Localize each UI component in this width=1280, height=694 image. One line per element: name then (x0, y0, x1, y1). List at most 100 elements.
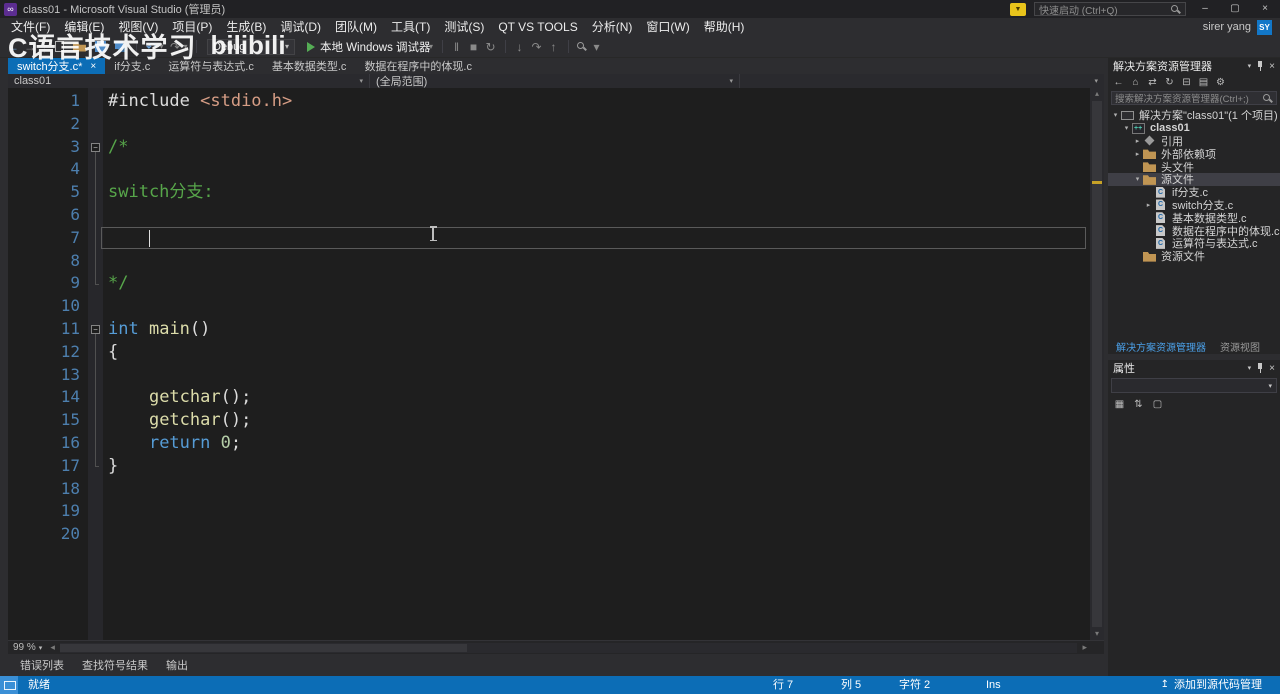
tab-switch分支.c*[interactable]: switch分支.c* × (8, 58, 106, 74)
vertical-scrollbar[interactable]: ▴ ▾ (1090, 88, 1104, 640)
collapsed-arrow-icon[interactable]: ▸ (1133, 150, 1142, 158)
tree-item[interactable]: 资源文件 (1108, 250, 1280, 263)
project-dropdown[interactable]: class01 ▾ (8, 74, 370, 88)
code-line[interactable]: 3 /* − (8, 136, 1090, 159)
scope-dropdown[interactable]: (全局范围) ▾ (370, 74, 740, 88)
redo-icon[interactable]: ↷ (168, 37, 182, 57)
quick-launch-input[interactable]: 快速启动 (Ctrl+Q) (1034, 2, 1186, 17)
tree-item[interactable]: 数据在程序中的体现.c (1108, 224, 1280, 237)
tab-数据在程序中的体现.c[interactable]: 数据在程序中的体现.c (355, 58, 481, 74)
tree-item[interactable]: ▾ class01 (1108, 122, 1280, 135)
find-icon[interactable] (576, 41, 587, 52)
collapse-all-icon[interactable]: ⊟ (1181, 77, 1192, 88)
panel-tab-错误列表[interactable]: 错误列表 (20, 657, 64, 673)
scrollbar-thumb[interactable] (1092, 101, 1102, 627)
menu-item[interactable]: QT VS TOOLS (491, 18, 584, 36)
solution-configuration-dropdown[interactable]: Debug ▾ (207, 38, 295, 55)
panel-tab-资源视图[interactable]: 资源视图 (1220, 339, 1260, 354)
scroll-down-arrow-icon[interactable]: ▾ (1090, 628, 1104, 640)
zoom-control[interactable]: 99 % ▾ (8, 642, 47, 653)
menu-item[interactable]: 生成(B) (219, 18, 273, 36)
menu-item[interactable]: 项目(P) (165, 18, 219, 36)
stop-icon[interactable]: ■ (467, 37, 481, 57)
tab-基本数据类型.c[interactable]: 基本数据类型.c (263, 58, 356, 74)
close-icon[interactable]: × (1269, 363, 1275, 374)
code-line[interactable]: 16 return 0; (8, 432, 1090, 455)
collapse-toggle-icon[interactable]: − (91, 142, 100, 152)
tab-运算符与表达式.c[interactable]: 运算符与表达式.c (159, 58, 263, 74)
save-all-icon[interactable] (115, 41, 123, 49)
tab-if分支.c[interactable]: if分支.c (105, 58, 159, 74)
menu-item[interactable]: 团队(M) (328, 18, 384, 36)
collapsed-arrow-icon[interactable]: ▸ (1144, 201, 1153, 209)
window-menu-icon[interactable]: ▾ (1248, 62, 1252, 70)
window-menu-icon[interactable]: ▾ (1248, 364, 1252, 372)
alphabetical-icon[interactable]: ⇅ (1133, 399, 1144, 410)
scroll-left-arrow-icon[interactable]: ◂ (47, 642, 58, 653)
code-line[interactable]: 2 (8, 113, 1090, 136)
member-dropdown[interactable]: ▾ (740, 74, 1104, 88)
expanded-arrow-icon[interactable]: ▾ (1122, 124, 1131, 132)
code-line[interactable]: 14 getchar(); (8, 386, 1090, 409)
restart-icon[interactable]: ↻ (484, 37, 498, 57)
step-into-icon[interactable]: ↓ (513, 37, 527, 57)
panel-tab-查找符号结果[interactable]: 查找符号结果 (82, 657, 148, 673)
code-line[interactable]: 17} (8, 455, 1090, 478)
expanded-arrow-icon[interactable]: ▾ (1111, 111, 1120, 119)
scroll-up-arrow-icon[interactable]: ▴ (1090, 88, 1104, 100)
pin-icon[interactable] (1256, 362, 1264, 374)
horizontal-scrollbar[interactable] (59, 642, 1078, 653)
menu-item[interactable]: 文件(F) (4, 18, 57, 36)
code-line[interactable]: 9 */ (8, 272, 1090, 295)
property-pages-icon[interactable]: ▢ (1152, 399, 1163, 410)
tree-item[interactable]: ▾ 源文件 (1108, 172, 1280, 186)
forward-icon[interactable]: → (23, 37, 37, 57)
refresh-icon[interactable]: ↻ (1164, 77, 1175, 88)
code-line[interactable]: 11 int main() − (8, 318, 1090, 341)
notifications-icon[interactable]: ▼ (1010, 2, 1026, 16)
start-debugging-button[interactable]: 本地 Windows 调试器 (307, 37, 431, 57)
code-line[interactable]: 8 (8, 250, 1090, 273)
scrollbar-thumb[interactable] (59, 643, 467, 652)
code-editor[interactable]: 1 #include <stdio.h> 2 3/* −4 5 switch分支: 6 7 8 9 *… (8, 88, 1104, 640)
tree-item[interactable]: ▸ 引用 (1108, 135, 1280, 147)
code-line[interactable]: 12 { (8, 341, 1090, 364)
pin-icon[interactable] (1256, 60, 1264, 72)
pause-icon[interactable]: ‖ (450, 37, 464, 57)
code-line[interactable]: 6 (8, 204, 1090, 227)
code-line[interactable]: 13 (8, 364, 1090, 387)
feedback-icon[interactable] (0, 676, 18, 694)
expanded-arrow-icon[interactable]: ▾ (1133, 175, 1142, 183)
step-out-icon[interactable]: ↑ (547, 37, 561, 57)
user-area[interactable]: sirer yang SY (1203, 19, 1280, 35)
tree-item[interactable]: 基本数据类型.c (1108, 211, 1280, 224)
code-line[interactable]: 5 switch分支: (8, 181, 1090, 204)
back-icon[interactable]: ← (1113, 77, 1124, 88)
step-over-icon[interactable]: ↷ (530, 37, 544, 57)
menu-item[interactable]: 帮助(H) (697, 18, 752, 36)
properties-object-dropdown[interactable]: ▾ (1111, 378, 1277, 393)
menu-item[interactable]: 调试(D) (273, 18, 328, 36)
collapsed-arrow-icon[interactable]: ▸ (1133, 137, 1142, 145)
dropdown-arrow-icon[interactable]: ▾ (158, 37, 165, 57)
collapse-toggle-icon[interactable]: − (91, 324, 100, 334)
menu-item[interactable]: 窗口(W) (639, 18, 696, 36)
new-file-icon[interactable] (55, 41, 64, 52)
menu-item[interactable]: 视图(V) (111, 18, 165, 36)
menu-item[interactable]: 分析(N) (585, 18, 640, 36)
code-line[interactable]: 7 (8, 226, 1090, 250)
save-icon[interactable] (95, 41, 106, 52)
overflow-icon[interactable]: ▾ (590, 37, 604, 57)
tree-item[interactable]: 头文件 (1108, 160, 1280, 173)
tree-item[interactable]: ▸ switch分支.c (1108, 199, 1280, 211)
menu-item[interactable]: 测试(S) (437, 18, 491, 36)
code-line[interactable]: 20 (8, 523, 1090, 546)
close-icon[interactable]: × (1269, 61, 1275, 72)
close-icon[interactable]: × (90, 61, 96, 72)
switch-views-icon[interactable]: ⇄ (1147, 77, 1158, 88)
add-to-source-control-button[interactable]: ↥ 添加到源代码管理 (1161, 676, 1262, 694)
scroll-right-arrow-icon[interactable]: ▸ (1079, 642, 1090, 653)
code-line[interactable]: 4 (8, 158, 1090, 181)
dropdown-arrow-icon[interactable]: ▾ (182, 37, 189, 57)
code-line[interactable]: 15 getchar(); (8, 409, 1090, 432)
